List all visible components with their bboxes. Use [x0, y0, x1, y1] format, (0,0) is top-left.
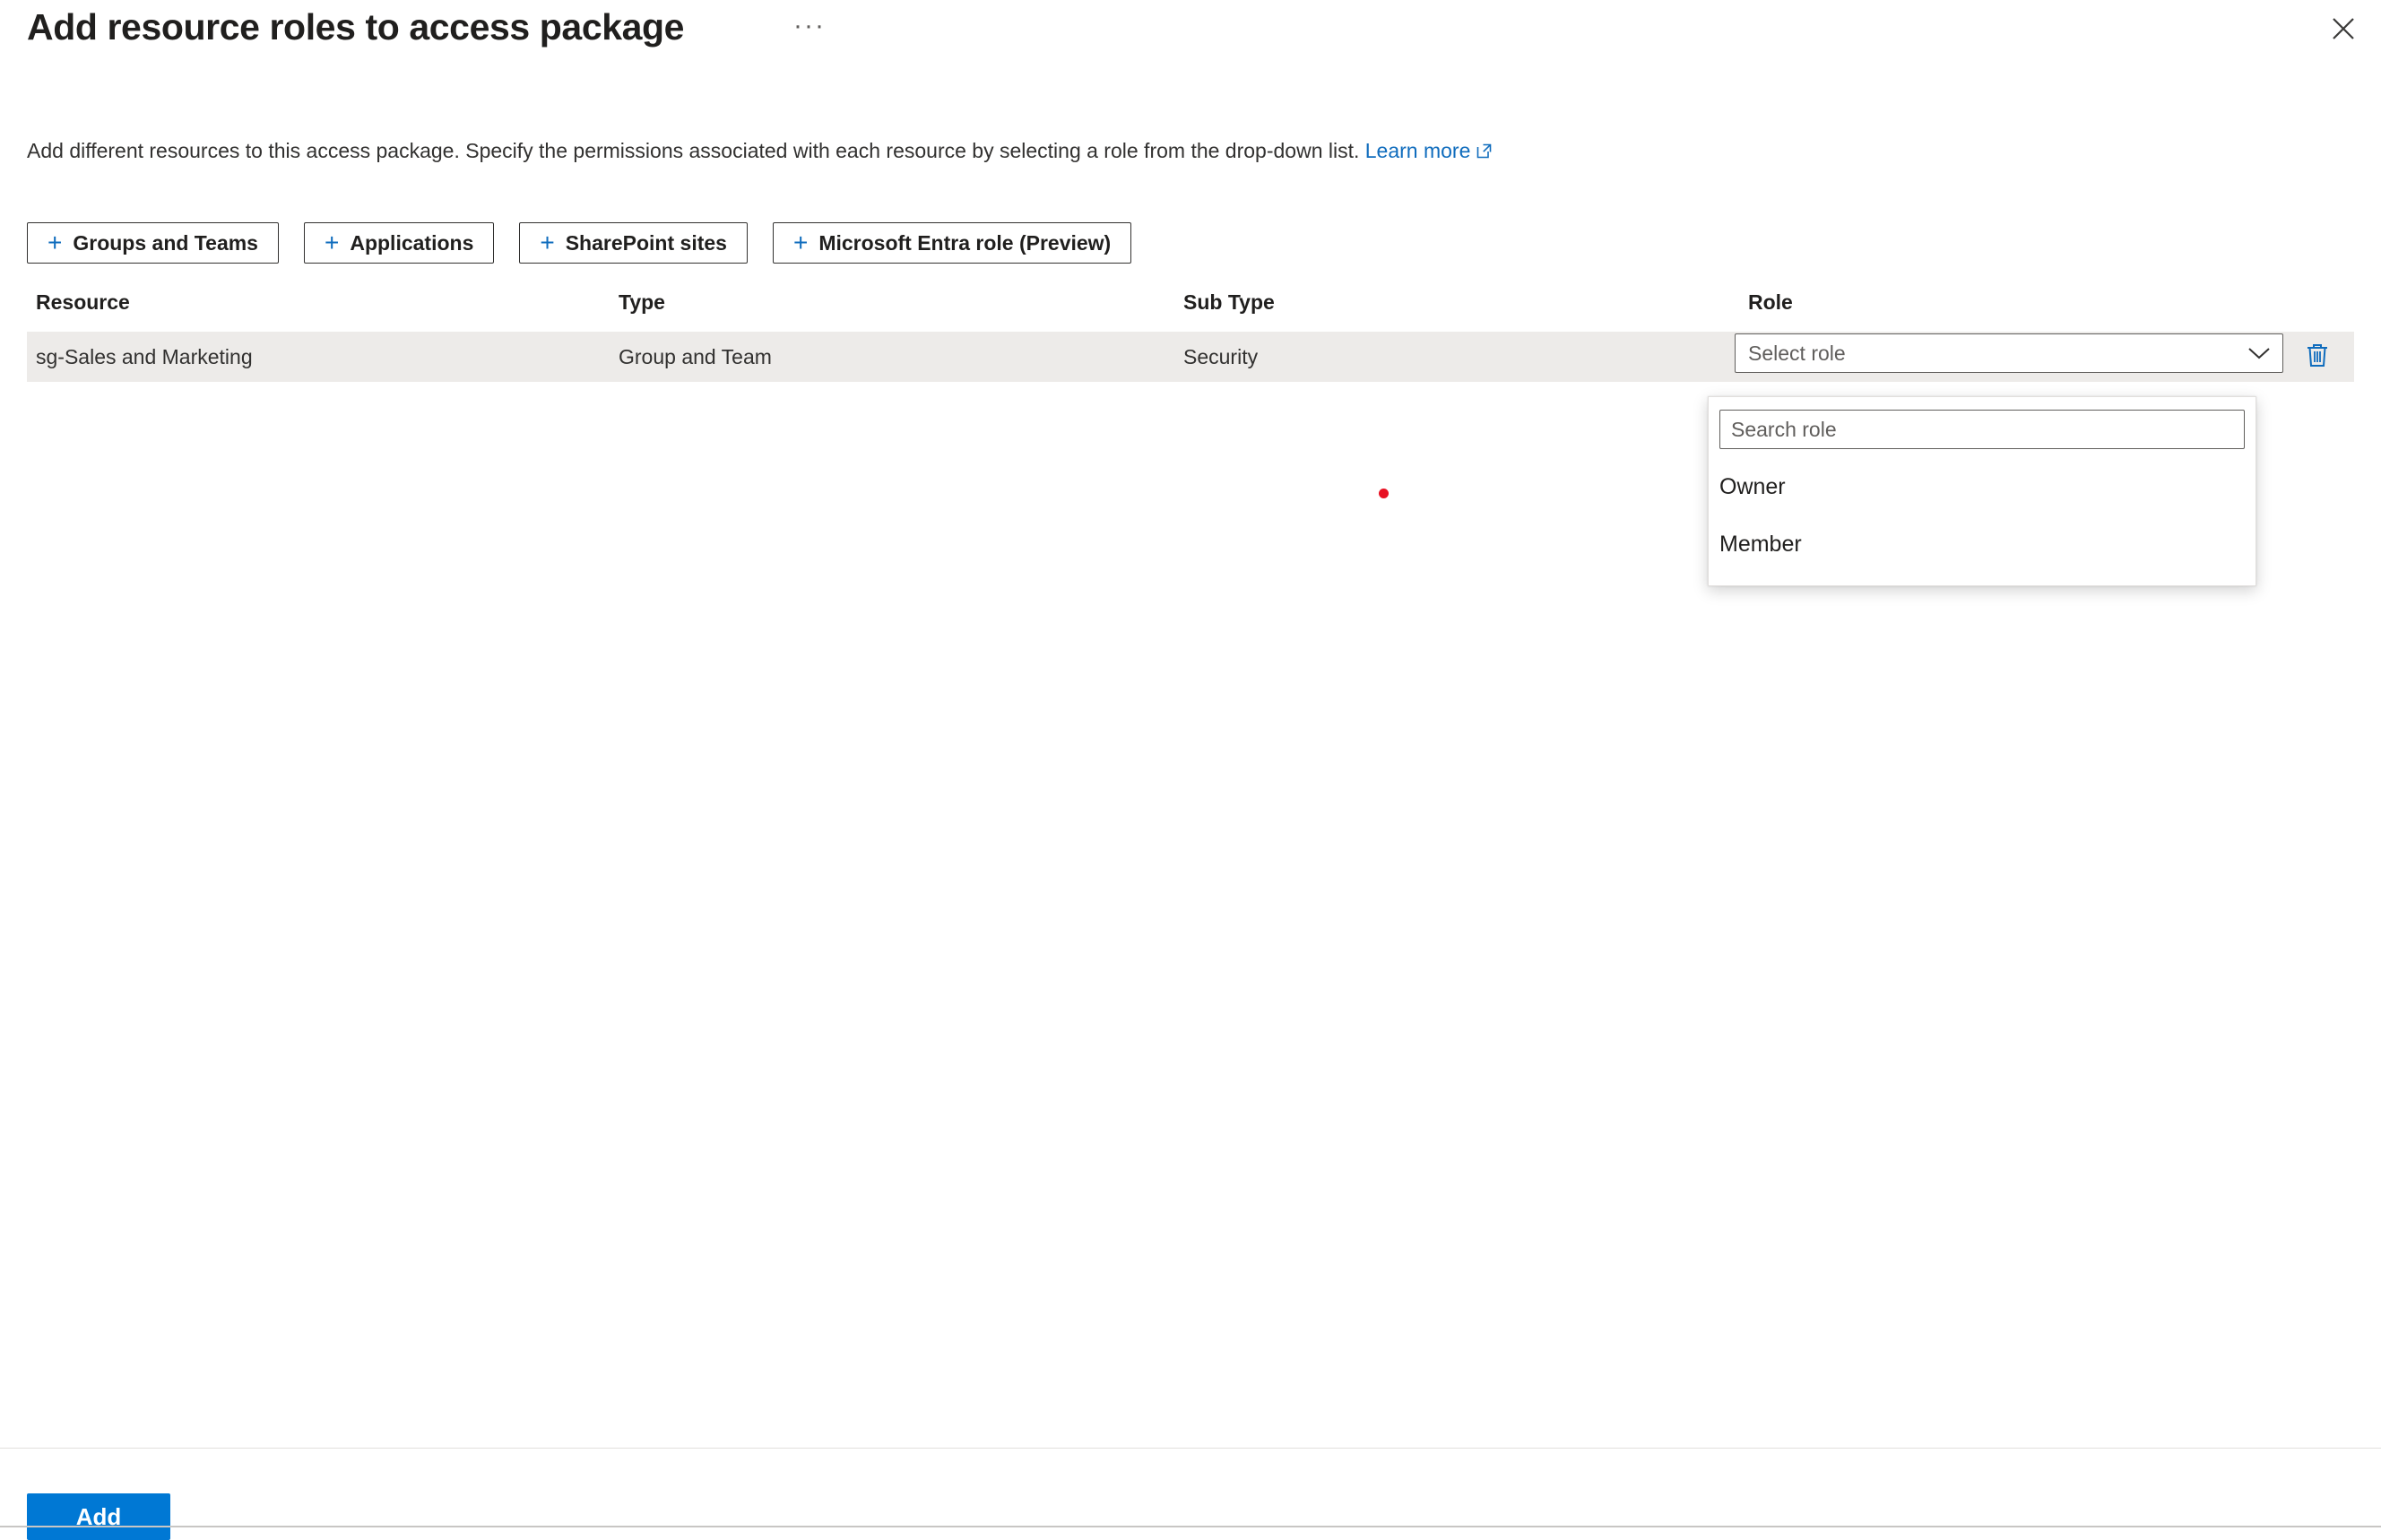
resource-roles-table: Resource Type Sub Type Role sg-Sales and…	[27, 278, 2354, 382]
cell-resource: sg-Sales and Marketing	[36, 345, 253, 368]
column-header-resource: Resource	[36, 290, 130, 314]
delete-resource-button[interactable]	[2299, 337, 2335, 373]
column-header-role: Role	[1748, 290, 1793, 314]
cursor-indicator-dot	[1379, 489, 1389, 498]
column-header-sub-type: Sub Type	[1183, 290, 1275, 314]
page-title: Add resource roles to access package	[27, 6, 685, 48]
role-select-dropdown[interactable]: Select role	[1735, 333, 2283, 373]
table-header-row: Resource Type Sub Type Role	[27, 278, 2354, 332]
resource-type-command-bar: + Groups and Teams + Applications + Shar…	[27, 222, 1132, 264]
plus-icon: +	[792, 229, 809, 256]
add-sharepoint-sites-button[interactable]: + SharePoint sites	[519, 222, 748, 264]
add-button[interactable]: Add	[27, 1493, 170, 1540]
add-groups-and-teams-label: Groups and Teams	[73, 230, 258, 255]
add-entra-role-label: Microsoft Entra role (Preview)	[818, 230, 1112, 255]
plus-icon: +	[48, 229, 63, 256]
blade-header: Add resource roles to access package ···	[0, 0, 2381, 56]
column-header-type: Type	[619, 290, 665, 314]
cell-role: Select role	[1735, 333, 2327, 382]
chevron-down-icon	[2236, 346, 2282, 360]
role-dropdown-flyout: Owner Member	[1708, 396, 2256, 586]
role-select-value: Select role	[1748, 341, 1846, 365]
role-option-owner[interactable]: Owner	[1709, 458, 2255, 515]
add-sharepoint-sites-label: SharePoint sites	[565, 230, 727, 255]
cell-type: Group and Team	[619, 345, 772, 368]
learn-more-link[interactable]: Learn more	[1365, 139, 1494, 162]
add-applications-button[interactable]: + Applications	[303, 222, 495, 264]
plus-icon: +	[324, 229, 340, 256]
blade-footer: Add	[0, 1449, 2381, 1540]
close-icon	[2333, 18, 2354, 39]
trash-icon	[2307, 344, 2327, 367]
table-row[interactable]: sg-Sales and Marketing Group and Team Se…	[27, 332, 2354, 382]
learn-more-label: Learn more	[1364, 139, 1471, 162]
context-menu-ellipsis-icon[interactable]: ···	[789, 13, 830, 48]
cell-sub-type: Security	[1183, 345, 1259, 368]
role-search-wrapper	[1709, 410, 2255, 458]
external-link-icon	[1476, 138, 1493, 167]
role-option-member[interactable]: Member	[1709, 515, 2255, 573]
add-groups-and-teams-button[interactable]: + Groups and Teams	[27, 222, 279, 264]
description-text: Add different resources to this access p…	[27, 136, 1493, 167]
description-sentence: Add different resources to this access p…	[27, 139, 1360, 162]
role-search-input[interactable]	[1719, 410, 2245, 449]
close-button[interactable]	[2318, 4, 2368, 54]
plus-icon: +	[540, 229, 555, 256]
add-applications-label: Applications	[350, 230, 474, 255]
add-entra-role-button[interactable]: + Microsoft Entra role (Preview)	[772, 222, 1132, 264]
